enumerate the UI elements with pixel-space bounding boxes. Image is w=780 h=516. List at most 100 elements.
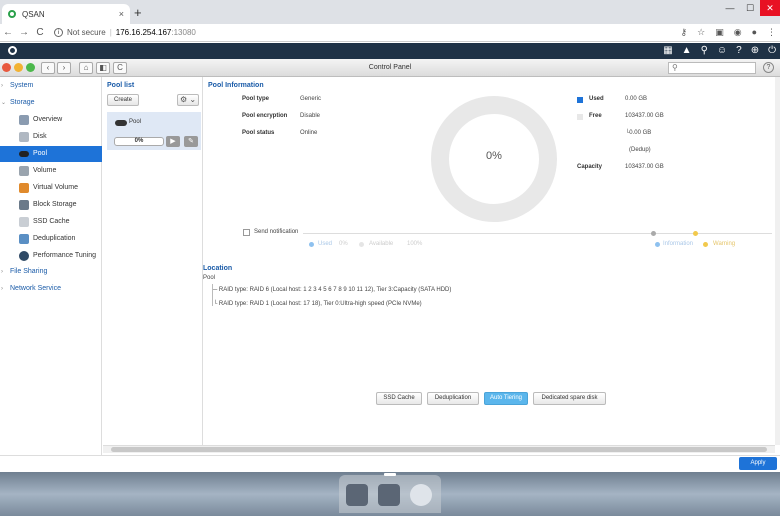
bookmark-star-icon[interactable]: ☆: [697, 27, 705, 38]
browser-tab-bar: QSAN × + — ☐ ✕: [0, 0, 780, 24]
close-window-icon[interactable]: ✕: [760, 0, 780, 16]
window-help-button[interactable]: ?: [763, 62, 774, 73]
notification-threshold-slider[interactable]: [303, 233, 772, 234]
power-icon[interactable]: ⏻: [768, 45, 776, 56]
legend-available-value: 100%: [407, 241, 423, 247]
window-search-input[interactable]: ⚲: [668, 62, 756, 74]
user-icon[interactable]: ☺: [717, 45, 727, 56]
sidebar-item-volume[interactable]: Volume: [0, 163, 102, 179]
sidebar-item-overview[interactable]: Overview: [0, 112, 102, 128]
vertical-scrollbar[interactable]: [775, 77, 780, 445]
send-notification-label: Send notification: [254, 229, 299, 235]
legend-available-label: Available: [369, 241, 394, 247]
free-legend-icon: [577, 114, 583, 120]
qsan-logo-icon[interactable]: [8, 46, 17, 55]
key-icon[interactable]: ⚷: [681, 27, 688, 38]
slider-handle-warning[interactable]: [693, 231, 698, 236]
capacity-label: Capacity: [577, 164, 603, 170]
new-tab-button[interactable]: +: [134, 5, 142, 20]
pool-information-panel: Pool Information Pool type Generic Pool …: [203, 77, 775, 445]
block-storage-icon: [19, 200, 29, 210]
sidebar-item-pool[interactable]: Pool: [0, 146, 102, 162]
legend-available-dot-icon: [359, 242, 364, 247]
recycle-bin-dock-icon[interactable]: [410, 484, 432, 506]
horizontal-scroll-thumb[interactable]: [111, 447, 767, 452]
tab-close-icon[interactable]: ×: [119, 9, 124, 19]
chevron-right-icon: ›: [1, 83, 3, 89]
sidebar-item-disk[interactable]: Disk: [0, 129, 102, 145]
sidebar-item-ssd-cache[interactable]: SSD Cache: [0, 214, 102, 230]
sidebar-item-performance-tuning[interactable]: Performance Tuning: [0, 248, 102, 264]
sidebar-group-label: Network Service: [10, 285, 61, 292]
pool-status-label: Pool status: [242, 130, 275, 136]
sidebar-item-label: Pool: [33, 150, 48, 157]
tab-dedicated-spare-disk[interactable]: Dedicated spare disk: [533, 392, 606, 405]
sidebar-item-deduplication[interactable]: Deduplication: [0, 231, 102, 247]
usage-percent: 0%: [486, 150, 502, 162]
app-grid-dock-icon[interactable]: [378, 484, 400, 506]
play-icon[interactable]: ▶: [166, 136, 180, 147]
account-icon[interactable]: ●: [752, 27, 757, 38]
reload-icon[interactable]: C: [32, 27, 48, 38]
minimize-icon[interactable]: —: [720, 0, 740, 16]
overview-icon: [19, 115, 29, 125]
url-field[interactable]: i Not secure | 176.16.254.167 :13080: [54, 28, 196, 37]
edit-pencil-icon[interactable]: ✎: [184, 136, 198, 147]
sidebar-item-label: SSD Cache: [33, 218, 70, 225]
slider-handle-information[interactable]: [651, 231, 656, 236]
raid-description: RAID type: RAID 1 (Local host: 17 18), T…: [218, 301, 422, 307]
sidebar-group-system[interactable]: › System: [0, 79, 102, 93]
forward-icon[interactable]: →: [16, 27, 32, 38]
gear-icon: ⚙ ⌄: [179, 95, 197, 104]
sidebar-group-network-service[interactable]: › Network Service: [0, 282, 102, 296]
search-icon[interactable]: ⚲: [701, 45, 708, 56]
sidebar: › System ⌄ Storage Overview Disk Pool Volu…: [0, 77, 102, 455]
notification-bell-icon[interactable]: ▲: [682, 45, 692, 56]
pool-card[interactable]: Pool 0% ▶ ✎: [107, 112, 201, 150]
tab-auto-tiering[interactable]: Auto Tiering: [484, 392, 528, 405]
chevron-right-icon: ›: [1, 269, 3, 275]
pool-list-title: Pool list: [107, 82, 135, 89]
legend-used-dot-icon: [309, 242, 314, 247]
browser-tab[interactable]: QSAN ×: [2, 4, 130, 24]
pool-encryption-value: Disable: [300, 113, 321, 119]
tab-deduplication[interactable]: Deduplication: [427, 392, 479, 405]
sidebar-group-label: File Sharing: [10, 268, 48, 275]
pool-encryption-label: Pool encryption: [242, 113, 288, 119]
pool-name: Pool: [129, 119, 142, 125]
pool-type-label: Pool type: [242, 96, 270, 102]
sidebar-item-label: Disk: [33, 133, 47, 140]
sidebar-item-label: Overview: [33, 116, 63, 123]
sidebar-item-block-storage[interactable]: Block Storage: [0, 197, 102, 213]
app-top-bar: ▦ ▲ ⚲ ☺ ? ⊕ ⏻: [0, 43, 780, 59]
ssd-cache-icon: [19, 217, 29, 227]
window-controls: — ☐ ✕: [720, 0, 780, 16]
pool-progress-bar: 0%: [114, 137, 164, 146]
apps-grid-icon[interactable]: ▦: [663, 45, 672, 56]
horizontal-scrollbar[interactable]: [103, 445, 775, 453]
create-pool-button[interactable]: Create: [107, 94, 139, 106]
url-port: :13080: [171, 28, 196, 37]
performance-tuning-icon: [19, 251, 29, 261]
apply-button[interactable]: Apply: [739, 457, 777, 470]
sidebar-item-label: Volume: [33, 167, 57, 174]
pool-settings-button[interactable]: ⚙ ⌄: [177, 94, 199, 106]
tab-ssd-cache[interactable]: SSD Cache: [376, 392, 422, 405]
send-notification-checkbox[interactable]: [243, 229, 250, 236]
capacity-value: 103437.00 GB: [625, 164, 664, 170]
help-circle-icon[interactable]: ?: [736, 45, 742, 56]
maximize-icon[interactable]: ☐: [740, 0, 760, 16]
extension-icon[interactable]: ▣: [715, 27, 724, 38]
extension-circle-icon[interactable]: ◉: [734, 27, 742, 38]
sidebar-group-storage[interactable]: ⌄ Storage: [0, 96, 102, 110]
globe-icon[interactable]: ⊕: [751, 45, 759, 56]
dedup-value: └0.00 GB: [625, 130, 652, 136]
info-icon[interactable]: i: [54, 28, 63, 37]
sidebar-item-virtual-volume[interactable]: Virtual Volume: [0, 180, 102, 196]
sidebar-group-file-sharing[interactable]: › File Sharing: [0, 265, 102, 279]
control-panel-dock-icon[interactable]: [346, 484, 368, 506]
back-icon[interactable]: ←: [0, 27, 16, 38]
legend-information-label: Information: [663, 241, 694, 247]
disk-icon: [19, 132, 29, 142]
menu-icon[interactable]: ⋮: [767, 27, 776, 38]
